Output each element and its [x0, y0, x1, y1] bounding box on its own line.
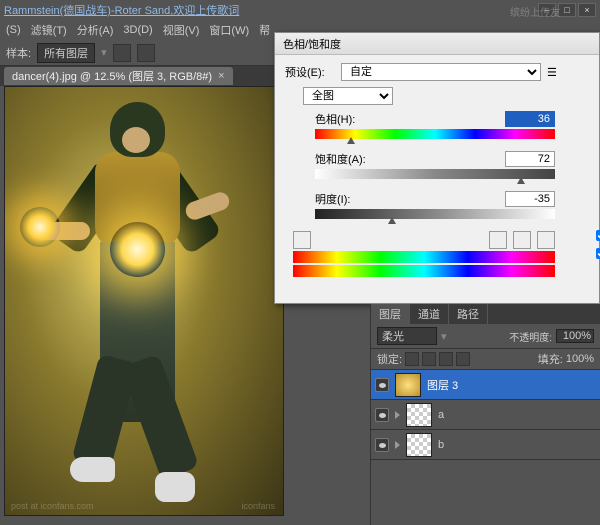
artwork: [40, 97, 250, 497]
layer-row[interactable]: a: [371, 400, 600, 430]
hue-slider[interactable]: [315, 129, 555, 139]
layer-name[interactable]: 图层 3: [427, 377, 596, 393]
sample-select[interactable]: 所有图层: [37, 43, 95, 63]
eyedropper-add-icon[interactable]: [513, 231, 531, 249]
menu-item[interactable]: 视图(V): [163, 22, 200, 38]
menu-item[interactable]: 滤镜(T): [31, 22, 67, 38]
hand-icon[interactable]: [293, 231, 311, 249]
maximize-button[interactable]: □: [558, 3, 576, 17]
canvas-watermark: iconfans: [241, 501, 275, 511]
fill-label: 填充:: [538, 351, 563, 367]
eyedropper-sub-icon[interactable]: [537, 231, 555, 249]
tool-icon[interactable]: [137, 44, 155, 62]
saturation-slider[interactable]: [315, 169, 555, 179]
menu-item[interactable]: 窗口(W): [209, 22, 249, 38]
color-range-strip[interactable]: [293, 251, 555, 263]
visibility-icon[interactable]: [375, 438, 389, 452]
menu-item[interactable]: (S): [6, 24, 21, 36]
layer-name[interactable]: b: [438, 439, 596, 451]
layer-row[interactable]: b: [371, 430, 600, 460]
tab-paths[interactable]: 路径: [449, 304, 488, 324]
layers-panel: 图层 通道 路径 柔光▾ 不透明度: 100% 锁定: 填充: 100% 图层 …: [370, 304, 600, 525]
saturation-label: 饱和度(A):: [315, 151, 405, 167]
canvas-watermark: post at iconfans.com: [11, 501, 94, 511]
lock-label: 锁定:: [377, 351, 402, 367]
eyedropper-icon[interactable]: [489, 231, 507, 249]
lock-position-icon[interactable]: [439, 352, 453, 366]
tab-channels[interactable]: 通道: [410, 304, 449, 324]
menu-item[interactable]: 分析(A): [77, 22, 114, 38]
lightness-input[interactable]: -35: [505, 191, 555, 207]
visibility-icon[interactable]: [375, 378, 389, 392]
opacity-input[interactable]: 100%: [556, 329, 594, 343]
layer-name[interactable]: a: [438, 409, 596, 421]
preset-label: 预设(E):: [285, 64, 335, 80]
tab-layers[interactable]: 图层: [371, 304, 410, 324]
fill-input[interactable]: 100%: [566, 353, 594, 365]
layer-thumbnail[interactable]: [406, 433, 432, 457]
canvas[interactable]: post at iconfans.com iconfans: [4, 86, 284, 516]
saturation-input[interactable]: 72: [505, 151, 555, 167]
dialog-title: 色相/饱和度: [275, 33, 599, 55]
expand-icon[interactable]: [395, 411, 400, 419]
tool-icon[interactable]: [113, 44, 131, 62]
lock-pixels-icon[interactable]: [422, 352, 436, 366]
document-tab[interactable]: dancer(4).jpg @ 12.5% (图层 3, RGB/8#) ×: [4, 67, 233, 85]
preset-select[interactable]: 自定: [341, 63, 541, 81]
lock-all-icon[interactable]: [456, 352, 470, 366]
hue-saturation-dialog: 色相/饱和度 确定 复位 预设(E): 自定 ☰ 全图 色相(H):36 饱和度…: [274, 32, 600, 304]
blend-mode-select[interactable]: 柔光: [377, 327, 437, 345]
layer-row[interactable]: 图层 3: [371, 370, 600, 400]
layer-thumbnail[interactable]: [406, 403, 432, 427]
window-title: Rammstein(德国战车)-Roter Sand,欢迎上传歌词: [4, 2, 538, 18]
tab-close-icon[interactable]: ×: [218, 70, 224, 82]
colorize-checkbox[interactable]: 着色(O): [596, 227, 600, 243]
sample-label: 样本:: [6, 45, 31, 61]
watermark-top: 缤纷上传友: [510, 4, 560, 19]
color-range-strip[interactable]: [293, 265, 555, 277]
lock-transparent-icon[interactable]: [405, 352, 419, 366]
hue-label: 色相(H):: [315, 111, 405, 127]
hue-input[interactable]: 36: [505, 111, 555, 127]
channel-select[interactable]: 全图: [303, 87, 393, 105]
menu-item[interactable]: 3D(D): [123, 24, 152, 36]
tab-label: dancer(4).jpg @ 12.5% (图层 3, RGB/8#): [12, 68, 212, 84]
close-button[interactable]: ×: [578, 3, 596, 17]
lightness-slider[interactable]: [315, 209, 555, 219]
opacity-label: 不透明度:: [509, 329, 552, 344]
visibility-icon[interactable]: [375, 408, 389, 422]
layer-thumbnail[interactable]: [395, 373, 421, 397]
preview-checkbox[interactable]: 预览(P): [596, 245, 600, 261]
lightness-label: 明度(I):: [315, 191, 405, 207]
menu-item[interactable]: 帮: [259, 22, 270, 38]
expand-icon[interactable]: [395, 441, 400, 449]
preset-menu-icon[interactable]: ☰: [547, 66, 557, 79]
